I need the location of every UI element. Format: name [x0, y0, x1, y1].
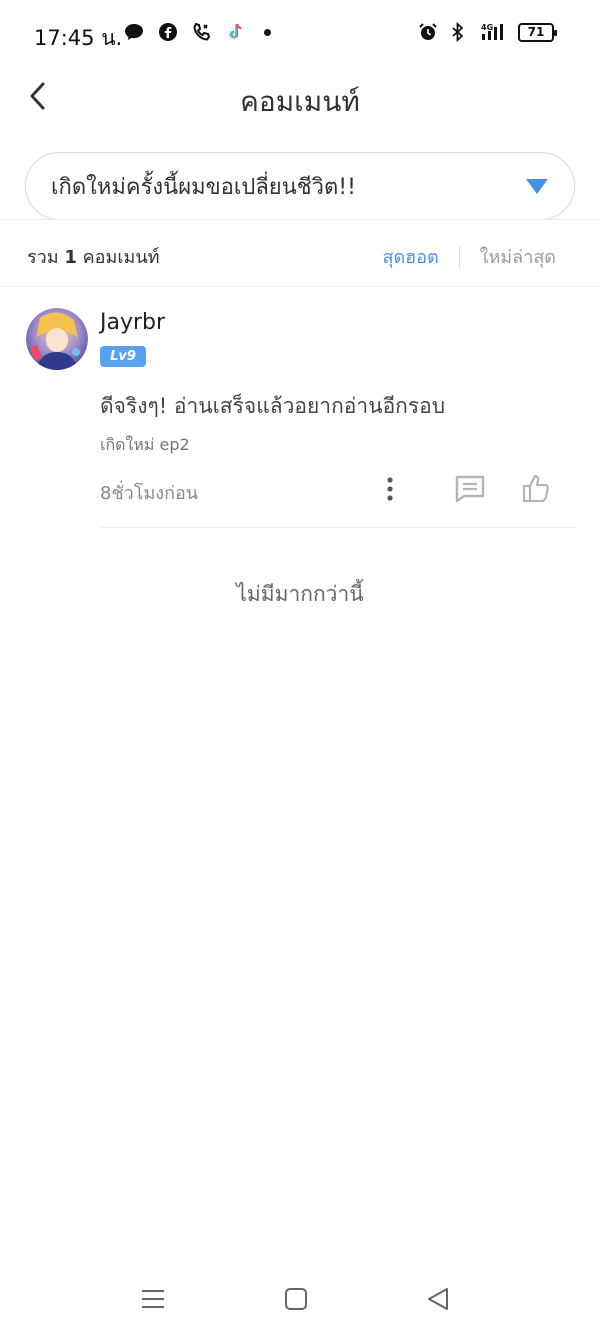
system-nav-bar: [0, 1270, 600, 1333]
comment-username[interactable]: Jayrbr: [100, 310, 165, 335]
menu-icon: [142, 1290, 164, 1308]
sort-divider: [458, 245, 460, 268]
home-button[interactable]: [281, 1284, 311, 1314]
recent-apps-button[interactable]: [138, 1284, 168, 1314]
comment-timestamp: 8ชั่วโมงก่อน: [100, 483, 199, 504]
more-options-button[interactable]: [378, 474, 402, 504]
comment-item: Jayrbr Lv9 ดีจริงๆ! อ่านเสร็จแล้วอยากอ่า…: [0, 300, 600, 528]
facebook-icon: [158, 22, 178, 42]
messenger-icon: [124, 22, 144, 42]
divider: [0, 219, 600, 220]
book-selector-dropdown[interactable]: เกิดใหม่ครั้งนี้ผมขอเปลี่ยนชีวิต!!: [25, 152, 575, 220]
phone-call-icon: [192, 22, 212, 42]
sort-tabs: สุดฮอต ใหม่ล่าสุด: [382, 242, 556, 271]
total-suffix: คอมเมนท์: [82, 247, 160, 268]
system-icons: 4G 71: [418, 22, 557, 42]
signal-4g-icon: 4G: [478, 22, 508, 42]
triangle-down-icon: [526, 179, 548, 194]
back-triangle-icon: [428, 1288, 448, 1310]
end-of-list-text: ไม่มีมากกว่านี้: [236, 582, 364, 606]
comments-screen: 17:45 น. 4G 71 คอมเมนท์ เกิดใหม่ครั้งนี้…: [0, 0, 600, 1333]
comment-text: ดีจริงๆ! อ่านเสร็จแล้วอยากอ่านอีกรอบ: [100, 394, 446, 418]
divider: [0, 286, 600, 287]
chapter-reference[interactable]: เกิดใหม่ ep2: [100, 433, 190, 458]
system-back-button[interactable]: [424, 1284, 454, 1314]
divider: [100, 527, 575, 528]
bluetooth-icon: [448, 22, 468, 42]
tiktok-icon: [226, 22, 246, 42]
like-button[interactable]: [520, 472, 552, 504]
total-prefix: รวม: [27, 247, 59, 268]
home-square-icon: [285, 1288, 307, 1310]
level-badge: Lv9: [100, 346, 146, 367]
total-number: 1: [64, 247, 77, 268]
battery-indicator: 71: [518, 22, 557, 42]
avatar[interactable]: [26, 308, 88, 370]
status-bar: 17:45 น. 4G 71: [0, 0, 600, 70]
book-title: เกิดใหม่ครั้งนี้ผมขอเปลี่ยนชีวิต!!: [51, 174, 356, 200]
notification-icons: [124, 22, 271, 42]
page-title: คอมเมนท์: [240, 85, 360, 118]
sort-hot-tab[interactable]: สุดฮอต: [382, 242, 438, 271]
thumbs-up-icon: [522, 474, 549, 503]
sort-newest-tab[interactable]: ใหม่ล่าสุด: [480, 242, 556, 271]
dot-icon: [264, 28, 271, 36]
total-comments: รวม 1 คอมเมนท์: [27, 242, 160, 271]
svg-text:4G: 4G: [481, 23, 493, 32]
comment-bubble-icon: [455, 475, 485, 503]
comment-summary-row: รวม 1 คอมเมนท์ สุดฮอต ใหม่ล่าสุด: [0, 232, 600, 276]
header: คอมเมนท์: [0, 70, 600, 130]
alarm-icon: [418, 22, 438, 42]
status-time: 17:45 น.: [34, 26, 123, 50]
reply-button[interactable]: [454, 474, 486, 504]
more-vertical-icon: [387, 477, 393, 501]
